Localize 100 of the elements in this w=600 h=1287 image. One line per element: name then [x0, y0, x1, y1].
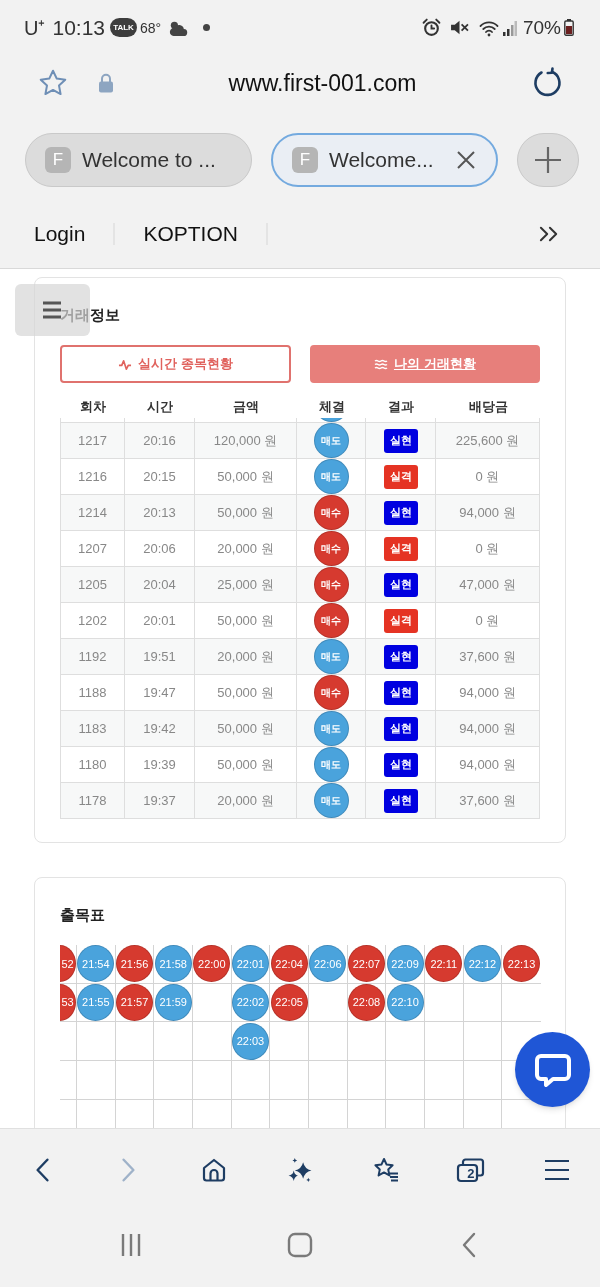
- table-cell: 50,000 원: [195, 459, 297, 494]
- site-favicon: F: [292, 147, 318, 173]
- table-cell: 50,000 원: [195, 711, 297, 746]
- table-cell: 1183: [60, 711, 125, 746]
- time-marker: 22:03: [231, 1022, 269, 1060]
- back-icon: [36, 1157, 50, 1182]
- trade-side-badge: 매도: [313, 747, 349, 782]
- table-cell: 20,000 원: [195, 783, 297, 818]
- battery-percentage: 70%: [522, 16, 561, 39]
- table-cell: 94,000 원: [436, 747, 540, 782]
- time-marker: 21:56: [116, 945, 153, 983]
- signal-icon: [502, 19, 517, 36]
- section-title: 출목표: [60, 905, 105, 925]
- carrier-label: U⁺: [24, 15, 46, 40]
- browser-tab[interactable]: F Welcome...: [271, 133, 498, 187]
- bookmark-link[interactable]: Login: [34, 221, 86, 247]
- time-marker: 22:04: [270, 945, 308, 983]
- table-cell: 1217: [60, 423, 125, 458]
- result-badge: 실현: [383, 752, 418, 777]
- grid-cell: [308, 1060, 348, 1100]
- grid-cell: [424, 1060, 464, 1100]
- grid-cell: [308, 1022, 348, 1061]
- grid-cell: [270, 1060, 309, 1100]
- table-cell: 19:42: [125, 711, 195, 746]
- table-cell: 20,000 원: [195, 639, 297, 674]
- table-cell: 37,600 원: [436, 783, 540, 818]
- result-badge: 실현: [383, 644, 418, 669]
- recent-apps-icon: [119, 1232, 142, 1257]
- column-header: 금액: [233, 398, 259, 416]
- table-cell: 50,000 원: [195, 495, 297, 530]
- time-marker: 22:01: [231, 945, 269, 983]
- table-cell: 0 원: [436, 459, 540, 494]
- mute-icon: [449, 18, 469, 37]
- table-cell: 20:15: [125, 459, 195, 494]
- result-badge: 실현: [383, 716, 418, 741]
- sparkles-icon: [287, 1156, 313, 1183]
- grid-cell: [60, 1060, 77, 1100]
- grid-cell: [347, 1060, 387, 1100]
- table-cell: 20:01: [125, 603, 195, 638]
- browser-tab[interactable]: F Welcome to ...: [25, 133, 252, 187]
- bookmark-link[interactable]: KOPTION: [143, 221, 238, 247]
- result-badge: 실현: [383, 788, 418, 813]
- notification-dot-icon: [203, 24, 211, 31]
- clock-time: 10:13: [52, 15, 105, 40]
- back-icon: [462, 1231, 477, 1258]
- time-marker: 21:55: [77, 984, 115, 1021]
- time-marker: 52: [60, 945, 76, 983]
- table-cell: 1188: [60, 675, 125, 710]
- table-cell: 25,000 원: [195, 567, 297, 602]
- table-cell: 0 원: [436, 603, 540, 638]
- table-cell: 20,000 원: [195, 531, 297, 566]
- table-cell: 50,000 원: [195, 675, 297, 710]
- table-cell: 50,000 원: [195, 603, 297, 638]
- lock-icon: [98, 72, 114, 93]
- trade-side-badge: 매도: [313, 783, 349, 818]
- column-header: 시간: [147, 398, 173, 416]
- wavy-lines-icon: [373, 358, 388, 370]
- time-marker: 22:13: [503, 945, 541, 983]
- alarm-clock-icon: [421, 18, 441, 37]
- trade-side-badge: 매수: [313, 675, 349, 710]
- new-tab-button[interactable]: [517, 133, 579, 187]
- table-cell: 19:39: [125, 747, 195, 782]
- trade-side-badge: 매수: [313, 495, 349, 530]
- column-header: 회차: [79, 398, 106, 416]
- menu-icon: [42, 301, 62, 319]
- time-marker: 22:12: [463, 945, 501, 983]
- result-badge: 실격: [383, 536, 418, 561]
- trade-side-badge: 매수: [313, 603, 349, 638]
- grid-cell: [386, 1060, 425, 1100]
- table-cell: 94,000 원: [436, 711, 540, 746]
- pulse-icon: [117, 357, 132, 371]
- result-badge: 실격: [383, 608, 418, 633]
- table-cell: 1180: [60, 747, 125, 782]
- reload-icon[interactable]: [531, 66, 563, 99]
- column-header: 결과: [388, 398, 414, 416]
- tabs-button[interactable]: 2: [449, 1147, 494, 1192]
- result-badge: 실현: [383, 428, 418, 453]
- table-cell: 1207: [60, 531, 125, 566]
- menu-icon: [544, 1158, 571, 1181]
- table-cell: 50,000 원: [195, 747, 297, 782]
- grid-cell: [77, 1060, 116, 1100]
- tabs-icon: [456, 1155, 487, 1184]
- address-url[interactable]: www.first-001.com: [114, 68, 531, 97]
- column-header: 배당금: [468, 398, 508, 416]
- time-marker: 22:10: [386, 984, 424, 1021]
- trade-side-badge: 매수: [313, 531, 349, 566]
- grid-cell: [192, 1060, 232, 1100]
- time-marker: 22:00: [193, 945, 231, 983]
- speech-bubble-icon: [534, 1052, 571, 1087]
- plus-icon: [534, 146, 562, 174]
- time-marker: 53: [60, 984, 76, 1021]
- result-badge: 실격: [383, 464, 418, 489]
- double-chevron-icon[interactable]: [538, 225, 560, 243]
- forward-icon: [122, 1157, 136, 1182]
- temperature-label: 68°: [140, 18, 162, 37]
- close-icon[interactable]: [456, 150, 476, 170]
- column-header: 체결: [318, 398, 345, 416]
- talk-badge: TALK: [110, 18, 137, 37]
- table-cell: 19:51: [125, 639, 195, 674]
- table-cell: 1192: [60, 639, 125, 674]
